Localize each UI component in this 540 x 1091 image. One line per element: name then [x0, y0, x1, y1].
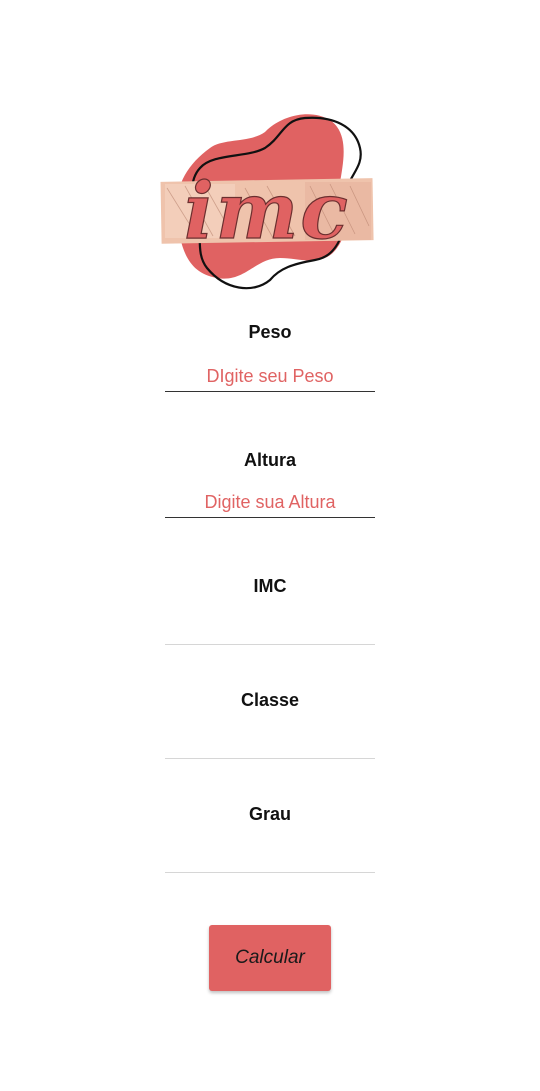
altura-input[interactable] — [165, 487, 375, 518]
imc-result-field — [165, 644, 375, 645]
grau-result-field — [165, 872, 375, 873]
grau-label: Grau — [248, 804, 291, 824]
imc-logo: imc — [155, 108, 385, 298]
classe-result-field — [165, 758, 375, 759]
logo-text: imc — [184, 166, 350, 257]
calcular-button[interactable]: Calcular — [209, 925, 331, 991]
classe-label: Classe — [240, 690, 300, 710]
imc-screen: imc Peso Altura IMC Classe Grau Calcular — [0, 0, 540, 1091]
peso-label: Peso — [248, 322, 292, 342]
imc-label: IMC — [253, 576, 287, 596]
altura-label: Altura — [243, 450, 296, 470]
peso-input[interactable] — [165, 361, 375, 392]
